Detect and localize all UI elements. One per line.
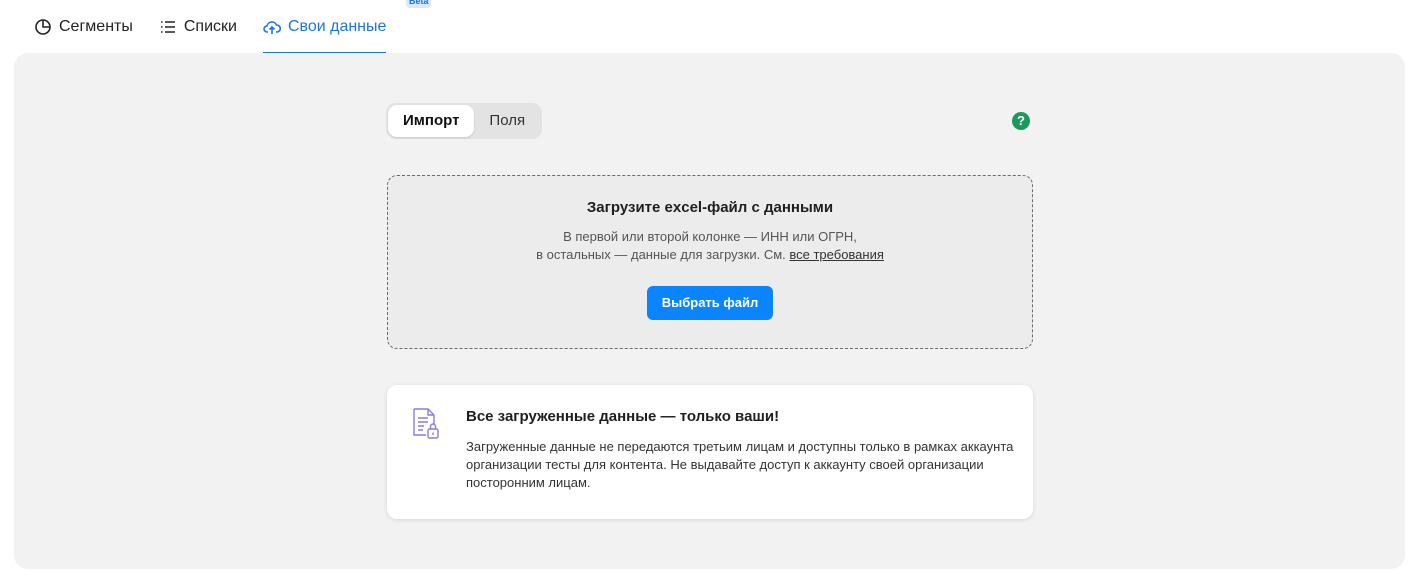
- tab-own-data[interactable]: Свои данные Beta: [262, 0, 432, 54]
- pie-chart-icon: [34, 18, 52, 36]
- privacy-info-card: Все загруженные данные — только ваши! За…: [387, 385, 1033, 519]
- fields-tab-button[interactable]: Поля: [474, 105, 540, 137]
- cloud-upload-icon: [263, 18, 281, 36]
- choose-file-button[interactable]: Выбрать файл: [646, 286, 774, 320]
- tab-segments-label: Сегменты: [59, 18, 133, 35]
- tab-segments[interactable]: Сегменты: [34, 0, 133, 54]
- beta-badge: Beta: [405, 0, 432, 8]
- dropzone-line2-text: в остальных — данные для загрузки. См.: [536, 247, 790, 262]
- privacy-card-title: Все загруженные данные — только ваши!: [466, 408, 780, 425]
- tab-lists[interactable]: Списки: [159, 0, 237, 54]
- dropzone-description: В первой или второй колонке — ИНН или ОГ…: [388, 228, 1032, 264]
- document-lock-icon: [411, 407, 439, 441]
- import-fields-toggle: Импорт Поля: [386, 103, 543, 139]
- list-icon: [159, 18, 177, 36]
- requirements-link[interactable]: все требования: [789, 247, 884, 262]
- tab-own-data-label: Свои данные: [287, 18, 387, 35]
- top-tabs: Сегменты Списки Свои данные Beta: [34, 0, 432, 54]
- dropzone-line2: в остальных — данные для загрузки. См. в…: [388, 246, 1032, 264]
- file-dropzone[interactable]: Загрузите excel-файл с данными В первой …: [387, 175, 1033, 349]
- privacy-card-text: Загруженные данные не передаются третьим…: [466, 439, 1014, 490]
- import-tab-button[interactable]: Импорт: [388, 105, 475, 137]
- help-icon[interactable]: ?: [1012, 112, 1030, 130]
- dropzone-line1: В первой или второй колонке — ИНН или ОГ…: [563, 229, 857, 244]
- dropzone-title: Загрузите excel-файл с данными: [586, 199, 834, 216]
- tab-lists-label: Списки: [183, 18, 237, 35]
